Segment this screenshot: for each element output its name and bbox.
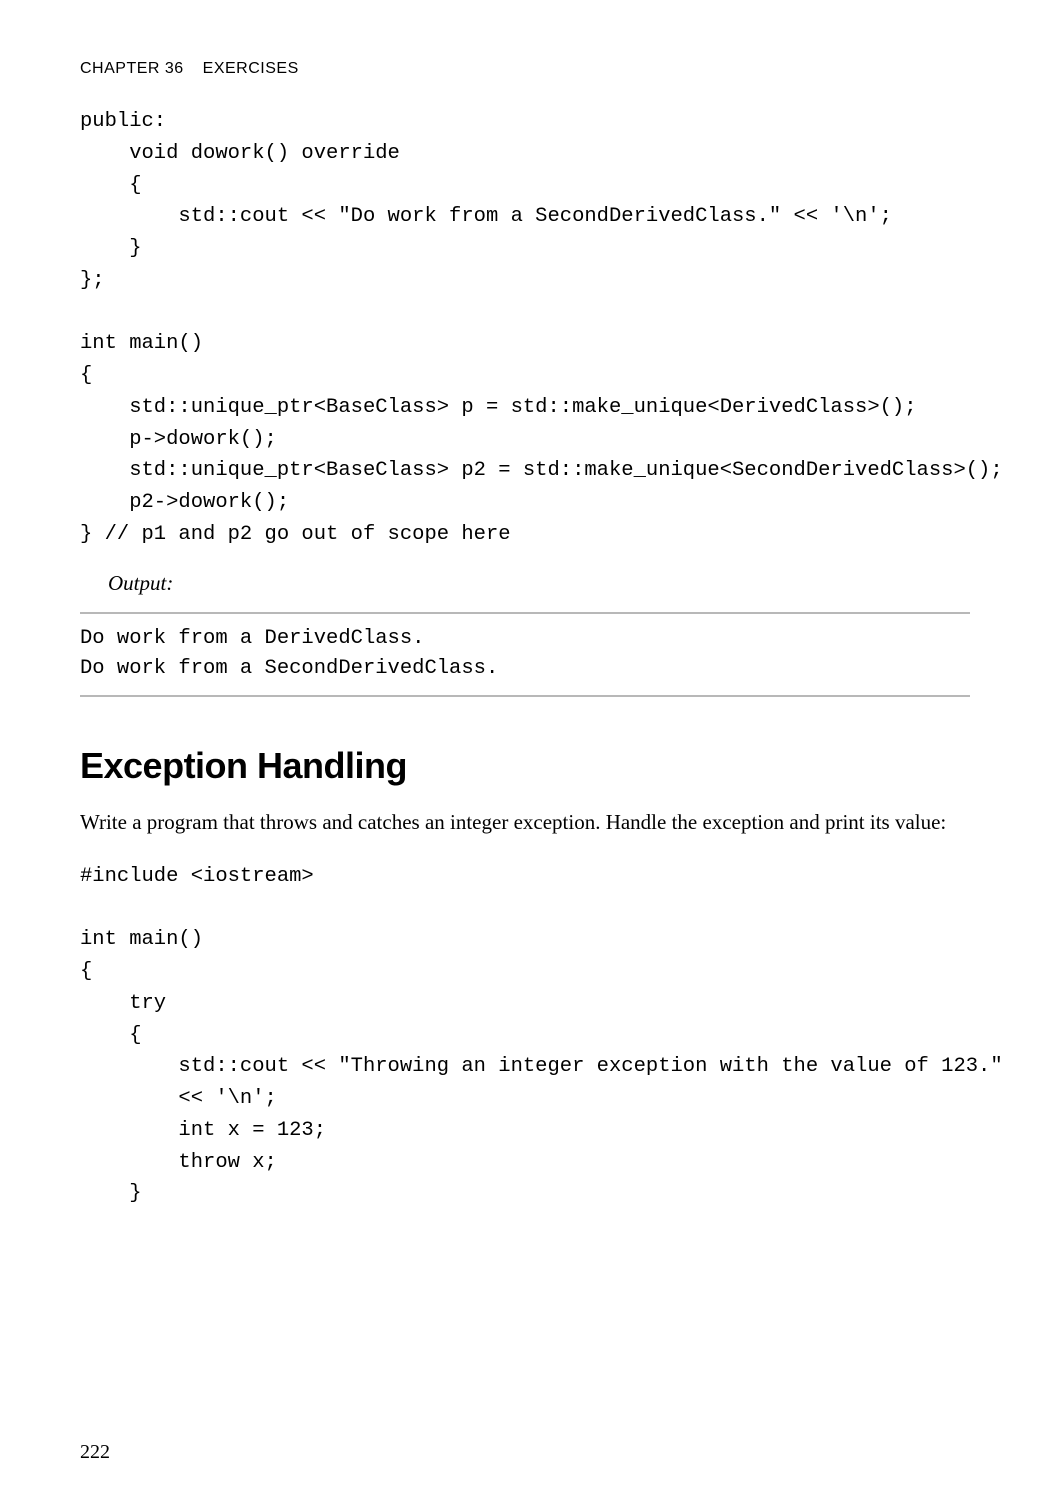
page: CHAPTER 36 EXERCISES public: void dowork… <box>0 0 1050 1500</box>
section-heading: Exception Handling <box>80 745 970 787</box>
output-box: Do work from a DerivedClass. Do work fro… <box>80 612 970 698</box>
chapter-title: EXERCISES <box>203 60 299 77</box>
running-header: CHAPTER 36 EXERCISES <box>80 60 970 78</box>
chapter-label: CHAPTER 36 <box>80 60 184 77</box>
output-text: Do work from a DerivedClass. Do work fro… <box>80 624 970 686</box>
section-body: Write a program that throws and catches … <box>80 807 970 839</box>
output-label: Output: <box>108 571 970 596</box>
code-block-1: public: void dowork() override { std::co… <box>80 106 970 551</box>
code-block-2: #include <iostream> int main() { try { s… <box>80 861 970 1210</box>
page-number: 222 <box>80 1441 110 1464</box>
